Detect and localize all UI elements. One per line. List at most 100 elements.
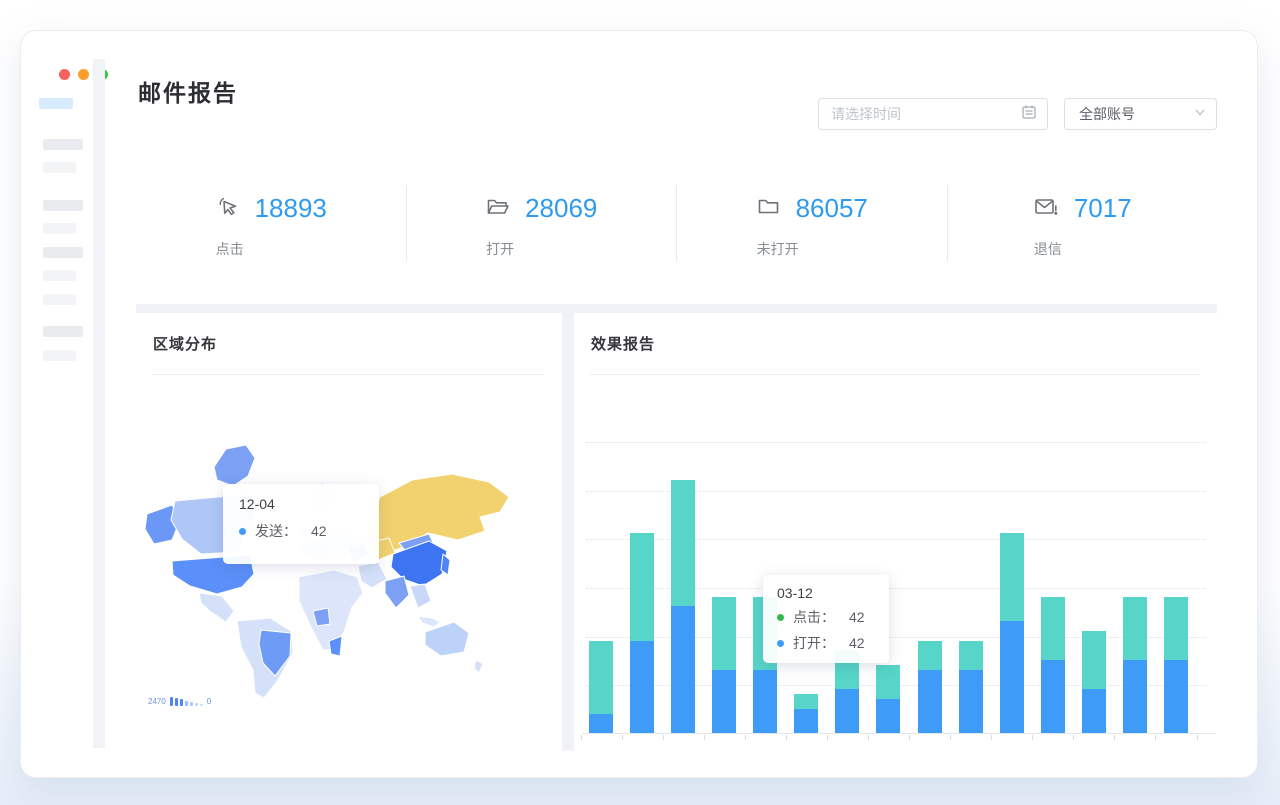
legend-bar — [190, 702, 193, 706]
tooltip-label: 点击： — [793, 607, 835, 627]
tooltip-row: 打开： 42 — [777, 633, 875, 653]
date-range-picker[interactable]: 请选择时间 — [818, 98, 1048, 130]
mail-error-icon — [1033, 194, 1059, 224]
sidebar-item[interactable] — [43, 326, 83, 337]
folder-closed-icon — [756, 194, 781, 224]
bar-segment-click — [959, 641, 983, 670]
axis-tick — [704, 735, 705, 740]
sidebar-item[interactable] — [43, 223, 76, 234]
axis-tick — [622, 735, 623, 740]
axis-tick — [1073, 735, 1074, 740]
legend-bar — [180, 699, 183, 706]
bar-segment-click — [1000, 533, 1024, 621]
tooltip-label: 发送： — [255, 521, 297, 541]
stacked-bar[interactable] — [1082, 631, 1106, 733]
bar-segment-open — [1164, 660, 1188, 733]
stacked-bar-chart — [586, 442, 1206, 734]
tooltip-date: 03-12 — [777, 585, 875, 601]
folder-open-icon — [485, 194, 510, 224]
sidebar-item[interactable] — [43, 294, 76, 305]
bar-segment-open — [918, 670, 942, 733]
stat-value-opens: 28069 — [525, 193, 597, 224]
stacked-bar[interactable] — [1000, 533, 1024, 733]
map-region-india — [385, 576, 409, 608]
sidebar-item[interactable] — [43, 139, 83, 150]
map-region-australia — [425, 622, 469, 656]
stat-value-bounced: 7017 — [1074, 193, 1132, 224]
cursor-click-icon — [215, 194, 240, 224]
bar-segment-click — [630, 533, 654, 640]
stacked-bar[interactable] — [630, 533, 654, 733]
bar-segment-open — [589, 714, 613, 733]
tooltip-value: 42 — [849, 635, 865, 651]
sidebar-item[interactable] — [43, 200, 83, 211]
stacked-bar[interactable] — [1164, 597, 1188, 733]
tooltip-date: 12-04 — [239, 496, 363, 512]
legend-bar — [185, 701, 188, 706]
sidebar-divider — [93, 59, 105, 748]
stacked-bar[interactable] — [671, 480, 695, 733]
legend-max: 2470 — [148, 697, 166, 706]
bar-segment-click — [712, 597, 736, 670]
chart-tooltip: 03-12 点击： 42 打开： 42 — [763, 575, 889, 663]
stats-row: 18893 点击 28069 打开 — [136, 181, 1217, 267]
bar-segment-open — [876, 699, 900, 733]
stat-label-clicks: 点击 — [215, 239, 327, 259]
series-dot-send — [239, 528, 246, 535]
stacked-bar[interactable] — [589, 641, 613, 733]
stacked-bar[interactable] — [876, 665, 900, 733]
stat-card-clicks: 18893 点击 — [136, 181, 406, 267]
app-window: 邮件报告 请选择时间 全部账号 — [20, 30, 1258, 778]
map-scale-legend: 2470 0 — [148, 697, 213, 706]
map-panel-title: 区域分布 — [153, 333, 217, 354]
axis-tick — [868, 735, 869, 740]
region-distribution-panel: 区域分布 — [136, 313, 562, 751]
stat-label-bounced: 退信 — [1033, 239, 1132, 259]
sidebar-item[interactable] — [43, 350, 76, 361]
axis-tick — [1114, 735, 1115, 740]
bar-segment-open — [630, 641, 654, 733]
account-select[interactable]: 全部账号 — [1064, 98, 1217, 130]
world-map[interactable] — [142, 435, 552, 707]
tooltip-row: 点击： 42 — [777, 607, 875, 627]
account-select-value: 全部账号 — [1079, 104, 1194, 124]
stacked-bar[interactable] — [918, 641, 942, 733]
stat-value-clicks: 18893 — [255, 193, 327, 224]
legend-bar — [200, 704, 203, 706]
series-dot-click — [777, 614, 784, 621]
axis-tick — [1197, 735, 1198, 740]
stacked-bar[interactable] — [1041, 597, 1065, 733]
stacked-bar[interactable] — [794, 694, 818, 733]
bar-segment-click — [1164, 597, 1188, 660]
stacked-bar[interactable] — [959, 641, 983, 733]
bar-segment-click — [876, 665, 900, 699]
bar-segment-click — [589, 641, 613, 714]
map-region-greenland — [214, 445, 255, 486]
bar-segment-click — [1123, 597, 1147, 660]
map-region-se-asia — [410, 584, 431, 608]
stacked-bar[interactable] — [712, 597, 736, 733]
bar-segment-click — [918, 641, 942, 670]
map-region-middle-east — [358, 562, 387, 588]
panels-area: 区域分布 — [136, 304, 1217, 751]
stacked-bar[interactable] — [1123, 597, 1147, 733]
bar-segment-open — [753, 670, 777, 733]
x-axis-line — [582, 733, 1216, 734]
minimize-button[interactable] — [78, 69, 89, 80]
bar-segment-click — [1082, 631, 1106, 689]
divider — [152, 374, 544, 375]
stat-card-opens: 28069 打开 — [407, 181, 677, 267]
sidebar-item-active[interactable] — [39, 98, 73, 109]
sidebar-item[interactable] — [43, 162, 76, 173]
legend-bar — [175, 698, 178, 706]
sidebar-item[interactable] — [43, 270, 76, 281]
bar-segment-open — [794, 709, 818, 733]
sidebar-item[interactable] — [43, 247, 83, 258]
divider — [590, 374, 1199, 375]
stat-card-unopened: 86057 未打开 — [677, 181, 947, 267]
close-button[interactable] — [59, 69, 70, 80]
tooltip-value: 42 — [311, 523, 327, 539]
page-title: 邮件报告 — [138, 74, 238, 108]
legend-bar — [195, 703, 198, 706]
stat-card-bounced: 7017 退信 — [948, 181, 1218, 267]
